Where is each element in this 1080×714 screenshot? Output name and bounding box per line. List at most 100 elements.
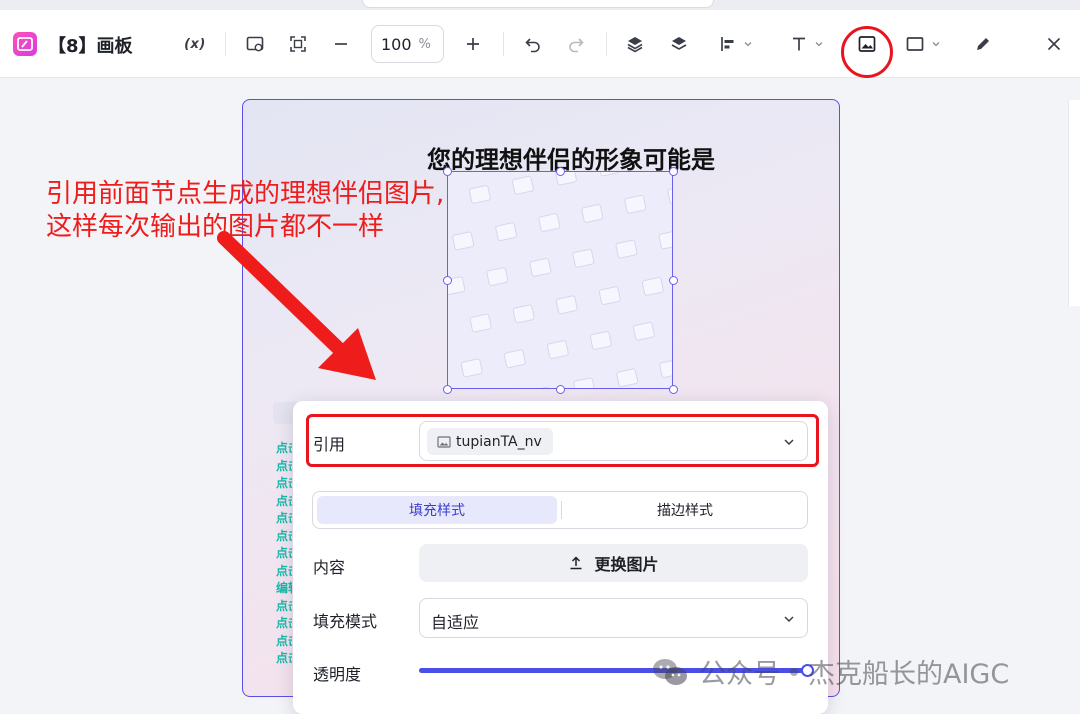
resize-handle[interactable]: [443, 385, 452, 394]
text-tool-button[interactable]: [784, 30, 830, 58]
placeholder-image-icon: [529, 386, 553, 388]
placeholder-image-icon: [469, 313, 493, 333]
align-menu-button[interactable]: [712, 30, 760, 58]
variable-button[interactable]: (x): [180, 30, 210, 58]
zoom-unit: %: [418, 36, 431, 52]
placeholder-image-icon: [598, 285, 622, 306]
side-label[interactable]: 点击: [276, 650, 292, 668]
placeholder-image-icon: [528, 257, 552, 278]
close-icon: [1047, 37, 1061, 51]
fill-mode-value: 自适应: [431, 613, 480, 632]
tab-stroke-style[interactable]: 描边样式: [565, 496, 805, 524]
resize-handle[interactable]: [443, 167, 452, 176]
upload-icon: [570, 556, 582, 570]
toolbar: 【8】画板 (x) 100 %: [0, 10, 1080, 78]
placeholder-image-icon: [580, 203, 604, 224]
toolbar-divider: [503, 32, 504, 56]
pen-tool-button[interactable]: [970, 30, 996, 58]
zoom-in-button[interactable]: [460, 30, 486, 58]
redo-icon: [569, 38, 584, 53]
top-strip: [0, 0, 1080, 10]
placeholder-image-icon: [451, 230, 475, 251]
resize-handle[interactable]: [556, 167, 565, 176]
toolbar-divider: [225, 32, 226, 56]
side-label[interactable]: 点击: [276, 458, 292, 476]
watermark-dot: [790, 667, 798, 676]
bring-front-button[interactable]: [622, 30, 648, 58]
top-tab-notch: [362, 0, 714, 8]
placeholder-image-icon: [460, 357, 484, 378]
tab-fill-style[interactable]: 填充样式: [317, 496, 557, 524]
side-label[interactable]: 点击: [276, 510, 292, 528]
placeholder-image-icon: [571, 248, 595, 269]
watermark-source: 公众号: [699, 659, 780, 690]
undo-button[interactable]: [520, 30, 546, 58]
placeholder-image-icon: [468, 184, 492, 205]
side-label[interactable]: 点击: [276, 563, 292, 581]
image-placeholder-selected[interactable]: [447, 171, 673, 389]
replace-image-label: 更换图片: [594, 555, 659, 574]
side-label[interactable]: 点击: [276, 475, 292, 493]
side-label[interactable]: 编辑: [276, 580, 292, 598]
content-label: 内容: [313, 558, 346, 577]
side-label[interactable]: 点击: [276, 545, 292, 563]
chevron-down-icon: [784, 616, 794, 623]
side-label[interactable]: 点击: [276, 493, 292, 511]
placeholder-image-icon: [658, 230, 672, 250]
redo-button[interactable]: [563, 30, 589, 58]
frame-add-button[interactable]: [242, 30, 268, 58]
zoom-out-icon: [335, 43, 347, 45]
side-label[interactable]: 点击: [276, 528, 292, 546]
rectangle-icon: [906, 37, 924, 51]
placeholder-image-icon: [597, 172, 621, 177]
placeholder-image-icon: [546, 339, 570, 360]
resize-handle[interactable]: [556, 385, 565, 394]
zoom-in-icon: [467, 38, 479, 50]
whiteboard-app-icon: [13, 32, 37, 56]
side-label[interactable]: 点击: [276, 598, 292, 616]
reference-highlight-box: [306, 414, 819, 467]
placeholder-image-icon: [511, 175, 535, 196]
layers-icon: [671, 37, 687, 50]
resize-handle[interactable]: [669, 167, 678, 176]
shape-tool-button[interactable]: [900, 30, 946, 58]
placeholder-image-icon: [494, 221, 518, 242]
opacity-label: 透明度: [313, 665, 362, 684]
red-arrow-icon: [217, 231, 376, 380]
resize-handle[interactable]: [443, 276, 452, 285]
style-tabs: 填充样式 描边样式: [312, 491, 808, 529]
variable-icon: (x): [184, 36, 206, 52]
text-icon: [793, 37, 805, 51]
fill-mode-select[interactable]: 自适应: [419, 598, 808, 638]
right-panel-edge: [1068, 100, 1080, 306]
placeholder-image-icon: [641, 276, 665, 297]
placeholder-image-icon: [615, 367, 639, 388]
placeholder-image-icon: [448, 193, 449, 214]
placeholder-image-icon: [623, 194, 647, 215]
placeholder-image-icon: [589, 330, 613, 351]
fit-screen-button[interactable]: [285, 30, 311, 58]
placeholder-image-icon: [555, 294, 579, 315]
zoom-out-button[interactable]: [328, 30, 354, 58]
image-placeholder-pattern: [448, 172, 672, 388]
image-tool-highlight-circle: [841, 26, 893, 78]
side-label[interactable]: 点击: [276, 633, 292, 651]
watermark-author: 杰克船长的AIGC: [808, 659, 1010, 690]
frame-add-icon: [246, 36, 264, 52]
close-button[interactable]: [1041, 30, 1067, 58]
placeholder-image-icon: [632, 321, 656, 342]
resize-handle[interactable]: [669, 385, 678, 394]
undo-icon: [525, 38, 540, 53]
annotation-line-1: 引用前面节点生成的理想伴侣图片,: [46, 179, 445, 209]
watermark: 公众号 杰克船长的AIGC: [651, 652, 1009, 691]
zoom-input[interactable]: 100 %: [371, 25, 444, 63]
chevron-down-icon: [932, 42, 940, 47]
replace-image-button[interactable]: 更换图片: [419, 544, 808, 582]
zoom-value: 100: [381, 34, 412, 54]
side-label[interactable]: 点击: [276, 615, 292, 633]
resize-handle[interactable]: [669, 276, 678, 285]
canvas-board-title: 您的理想伴侣的形象可能是: [427, 146, 715, 174]
layers-button[interactable]: [666, 30, 692, 58]
side-label[interactable]: 点击: [276, 440, 292, 458]
placeholder-image-icon: [537, 212, 561, 233]
